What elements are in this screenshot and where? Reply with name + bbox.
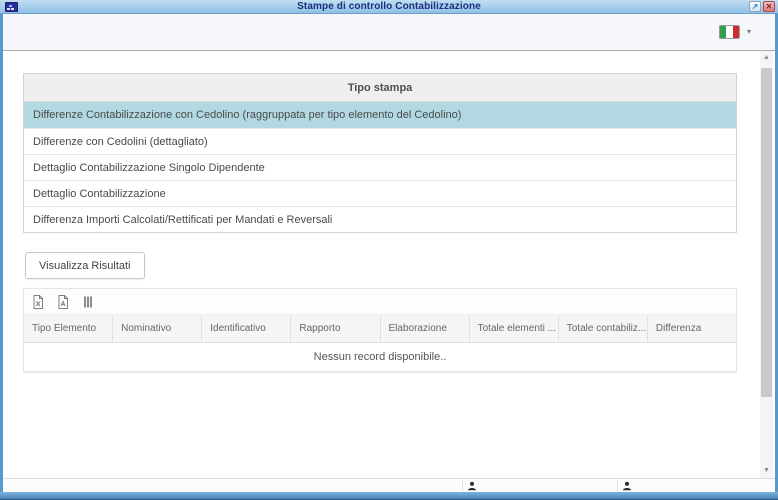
grid-header-row: Tipo Elemento Nominativo Identificativo Rap…	[24, 315, 736, 343]
user-icon	[468, 481, 476, 491]
tipo-stampa-row[interactable]: Differenze con Cedolini (dettagliato)	[24, 128, 736, 154]
status-divider	[462, 480, 463, 492]
status-divider	[617, 480, 618, 492]
top-toolbar: ▾	[3, 14, 775, 51]
grid-column-header[interactable]: Differenza	[648, 315, 736, 342]
status-bar	[3, 478, 775, 492]
scrollbar-thumb[interactable]	[761, 68, 772, 397]
export-excel-icon	[33, 294, 43, 309]
client-area: ▾ Tipo stampa Differenze Contabilizzazio…	[3, 14, 775, 492]
app-icon	[5, 2, 18, 12]
grid-column-header[interactable]: Tipo Elemento	[24, 315, 114, 342]
scroll-down-button[interactable]: ▼	[760, 464, 773, 478]
grid-column-header[interactable]: Rapporto	[291, 315, 381, 342]
scroll-up-button[interactable]: ▲	[760, 51, 773, 65]
grid-empty-message: Nessun record disponibile..	[24, 343, 736, 372]
tipo-stampa-header: Tipo stampa	[24, 74, 736, 102]
tipo-stampa-row[interactable]: Dettaglio Contabilizzazione Singolo Dipe…	[24, 154, 736, 180]
grid-column-header[interactable]: Totale contabiliz...	[559, 315, 648, 342]
export-pdf-button[interactable]	[54, 292, 72, 312]
italian-flag-icon	[718, 25, 740, 39]
window-title: Stampe di controllo Contabilizzazione	[297, 1, 481, 12]
visualizza-risultati-button[interactable]: Visualizza Risultati	[25, 252, 145, 279]
window-controls: ↗ ✕	[749, 1, 775, 12]
app-window: Stampe di controllo Contabilizzazione ↗ …	[0, 0, 778, 500]
grid-toolbar	[24, 289, 736, 315]
columns-button[interactable]	[79, 292, 97, 312]
columns-icon	[84, 296, 92, 307]
grid-column-header[interactable]: Totale elementi ...	[470, 315, 559, 342]
tipo-stampa-row[interactable]: Differenze Contabilizzazione con Cedolin…	[24, 102, 736, 128]
grid-column-header[interactable]: Elaborazione	[381, 315, 470, 342]
grid-column-header[interactable]: Identificativo	[202, 315, 292, 342]
close-window-button[interactable]: ✕	[763, 1, 775, 12]
language-selector[interactable]: ▾	[718, 25, 751, 39]
grid-column-header[interactable]: Nominativo	[113, 315, 203, 342]
user-icon	[623, 481, 631, 491]
results-grid: Tipo Elemento Nominativo Identificativo Rap…	[23, 288, 737, 373]
title-bar: Stampe di controllo Contabilizzazione ↗ …	[0, 0, 778, 14]
tipo-stampa-row[interactable]: Dettaglio Contabilizzazione	[24, 180, 736, 206]
flag-red-band	[732, 26, 739, 38]
export-excel-button[interactable]	[29, 292, 47, 312]
tipo-stampa-row[interactable]: Differenza Importi Calcolati/Rettificati…	[24, 206, 736, 232]
restore-window-button[interactable]: ↗	[749, 1, 761, 12]
window-frame-bottom	[0, 492, 778, 500]
tipo-stampa-table: Tipo stampa Differenze Contabilizzazione…	[23, 73, 737, 233]
chevron-down-icon: ▾	[746, 27, 751, 36]
tipo-stampa-rows: Differenze Contabilizzazione con Cedolin…	[24, 102, 736, 232]
vertical-scrollbar[interactable]: ▲ ▼	[760, 51, 773, 478]
export-pdf-icon	[58, 294, 68, 309]
